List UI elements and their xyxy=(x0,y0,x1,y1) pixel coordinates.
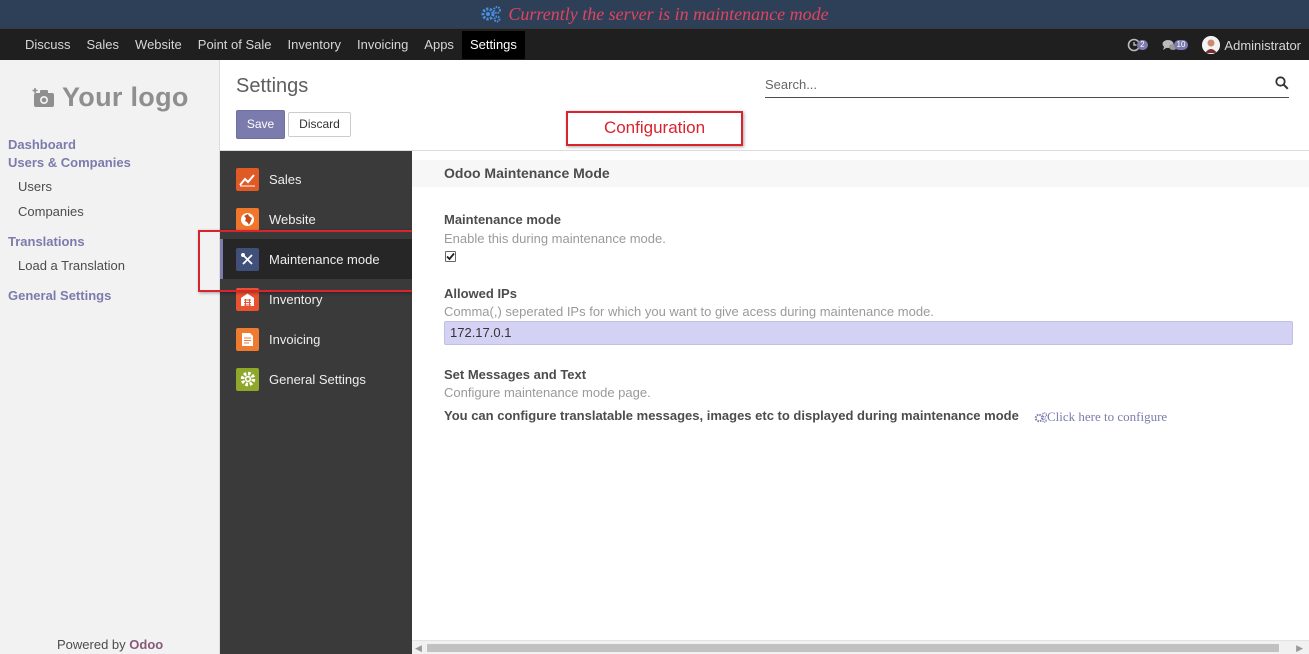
messages-help: Configure maintenance mode page. xyxy=(444,385,651,400)
search-input[interactable] xyxy=(765,73,1265,95)
search-bar xyxy=(765,73,1289,98)
discard-button[interactable]: Discard xyxy=(288,112,351,137)
section-title: Odoo Maintenance Mode xyxy=(412,160,1309,187)
maintenance-message: Currently the server is in maintenance m… xyxy=(508,3,829,24)
settings-tab-label: Sales xyxy=(269,171,302,187)
menu-invoicing[interactable]: Invoicing xyxy=(349,31,416,59)
gears-icon xyxy=(481,6,502,23)
gears-icon xyxy=(1034,411,1047,423)
settings-tab-website[interactable]: Website xyxy=(220,199,412,239)
maintenance-mode-checkbox[interactable] xyxy=(445,251,456,262)
menu-apps[interactable]: Apps xyxy=(416,31,462,59)
settings-tab-general-settings[interactable]: General Settings xyxy=(220,359,412,399)
allowed-ips-help: Comma(,) seperated IPs for which you wan… xyxy=(444,304,934,319)
control-panel: Settings Save Discard Configuration xyxy=(220,60,1309,151)
activity-button[interactable]: 2 xyxy=(1127,38,1148,52)
tools-icon xyxy=(236,247,259,271)
messages-label: Set Messages and Text xyxy=(444,367,587,382)
globe-icon xyxy=(236,207,259,231)
configure-link-label: Click here to configure xyxy=(1047,409,1168,424)
activity-count-badge: 2 xyxy=(1137,40,1148,50)
settings-tab-label: General Settings xyxy=(269,371,366,387)
sidebar-item-dashboard[interactable]: Dashboard xyxy=(8,137,76,152)
company-logo[interactable]: Your logo xyxy=(32,82,189,113)
search-icon[interactable] xyxy=(1275,76,1289,90)
settings-tab-maintenance-mode[interactable]: Maintenance mode xyxy=(220,239,412,279)
page-title: Settings xyxy=(236,75,309,97)
top-navbar: Discuss Sales Website Point of Sale Inve… xyxy=(0,28,1309,60)
settings-content: Odoo Maintenance Mode Maintenance mode E… xyxy=(412,151,1309,640)
powered-by-label: Powered by xyxy=(57,637,126,652)
messages-button[interactable]: 10 xyxy=(1162,39,1189,52)
maintenance-mode-help: Enable this during maintenance mode. xyxy=(444,231,666,246)
powered-by: Powered by Odoo xyxy=(57,637,163,652)
logo-text: Your logo xyxy=(62,82,189,112)
settings-tab-sales[interactable]: Sales xyxy=(220,159,412,199)
sidebar-item-companies[interactable]: Companies xyxy=(18,204,84,219)
menu-point-of-sale[interactable]: Point of Sale xyxy=(190,31,280,59)
configure-link[interactable]: Click here to configure xyxy=(1034,409,1167,425)
camera-plus-icon xyxy=(32,87,54,107)
settings-module-list: Sales Website Maintenance mode Inventory… xyxy=(220,151,412,654)
app-menu: Discuss Sales Website Point of Sale Inve… xyxy=(17,31,525,59)
scroll-right-icon[interactable]: ▶ xyxy=(1296,643,1303,654)
maintenance-mode-label: Maintenance mode xyxy=(444,212,562,227)
odoo-link[interactable]: Odoo xyxy=(129,637,163,652)
systray: 2 10 Administrator xyxy=(1127,33,1301,57)
invoice-icon xyxy=(236,327,259,351)
checkmark-icon xyxy=(446,252,455,261)
menu-inventory[interactable]: Inventory xyxy=(280,31,349,59)
menu-sales[interactable]: Sales xyxy=(79,31,128,59)
sidebar-item-translations[interactable]: Translations xyxy=(8,234,85,249)
allowed-ips-input[interactable]: 172.17.0.1 xyxy=(444,321,1293,345)
gear-icon xyxy=(236,367,259,391)
sales-chart-icon xyxy=(236,167,259,191)
maintenance-banner: Currently the server is in maintenance m… xyxy=(0,0,1309,28)
configuration-annotation: Configuration xyxy=(566,111,743,146)
horizontal-scrollbar[interactable]: ◀ ▶ xyxy=(412,640,1309,654)
user-menu[interactable]: Administrator xyxy=(1224,38,1301,53)
settings-tab-label: Maintenance mode xyxy=(269,251,380,267)
settings-tab-inventory[interactable]: Inventory xyxy=(220,279,412,319)
allowed-ips-label: Allowed IPs xyxy=(444,286,517,301)
save-button[interactable]: Save xyxy=(236,110,285,139)
settings-tab-label: Invoicing xyxy=(269,331,321,347)
scroll-left-icon[interactable]: ◀ xyxy=(415,643,422,654)
sidebar-item-users-companies[interactable]: Users & Companies xyxy=(8,155,131,170)
user-avatar-icon xyxy=(1202,36,1221,54)
sidebar-item-load-translation[interactable]: Load a Translation xyxy=(18,258,125,273)
sidebar-item-users[interactable]: Users xyxy=(18,179,52,194)
menu-settings[interactable]: Settings xyxy=(461,31,525,59)
app-sidebar: Your logo Dashboard Users & Companies Us… xyxy=(0,60,220,654)
menu-discuss[interactable]: Discuss xyxy=(17,31,79,59)
settings-tab-label: Website xyxy=(269,211,316,227)
menu-website[interactable]: Website xyxy=(127,31,190,59)
warehouse-icon xyxy=(236,287,259,311)
messages-note: You can configure translatable messages,… xyxy=(444,408,1019,423)
sidebar-item-general-settings[interactable]: General Settings xyxy=(8,288,111,303)
settings-tab-invoicing[interactable]: Invoicing xyxy=(220,319,412,359)
avatar[interactable] xyxy=(1202,36,1221,54)
settings-tab-label: Inventory xyxy=(269,291,323,307)
scrollbar-thumb[interactable] xyxy=(427,644,1279,652)
message-count-badge: 10 xyxy=(1173,40,1189,50)
